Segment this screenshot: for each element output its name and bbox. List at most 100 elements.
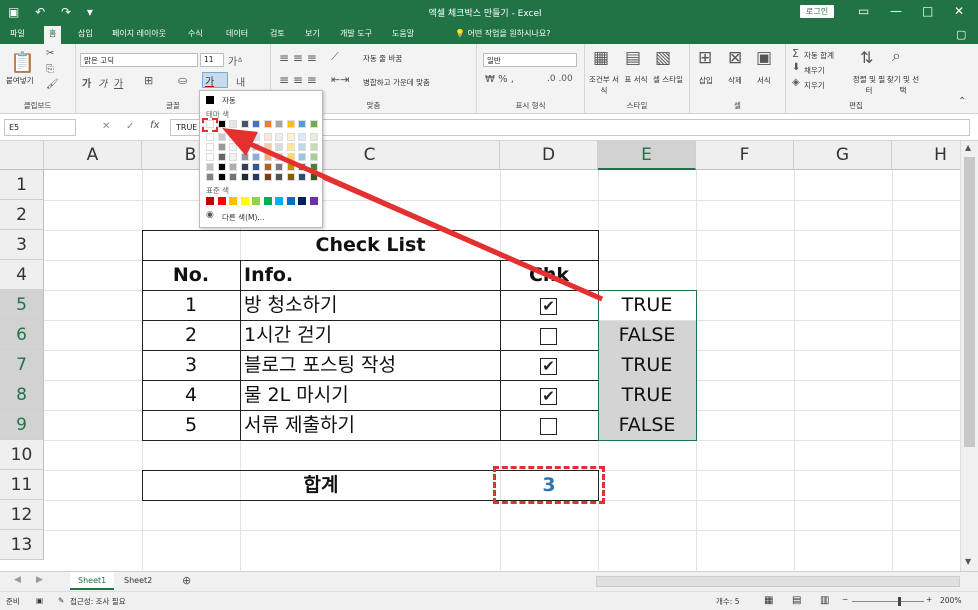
zoom-in-icon[interactable]: + <box>926 595 932 604</box>
theme-color-swatch[interactable] <box>309 163 318 171</box>
theme-color-swatch[interactable] <box>286 120 295 128</box>
clear-label[interactable]: 지우기 <box>804 80 825 91</box>
theme-color-swatch[interactable] <box>309 143 318 151</box>
sort-filter-icon[interactable]: ⇅ <box>860 48 873 67</box>
theme-color-swatch[interactable] <box>217 133 226 141</box>
theme-color-swatch[interactable] <box>240 163 249 171</box>
theme-color-swatch[interactable] <box>275 143 283 151</box>
theme-color-swatch[interactable] <box>240 133 249 141</box>
format-painter-icon[interactable]: 🖌 <box>46 79 59 90</box>
theme-color-swatch[interactable] <box>298 173 306 181</box>
theme-color-swatch[interactable] <box>263 133 272 141</box>
standard-color-swatch[interactable] <box>286 197 295 205</box>
align-top-icon[interactable]: ≡ ≡ ≡ <box>279 51 317 65</box>
theme-color-swatch[interactable] <box>263 143 272 151</box>
theme-color-swatch[interactable] <box>240 120 249 128</box>
tab-help[interactable]: 도움말 <box>392 28 414 39</box>
theme-color-swatch[interactable] <box>217 153 226 161</box>
clear-icon[interactable]: ◈ <box>792 77 800 88</box>
auto-color-swatch[interactable] <box>206 96 214 104</box>
vertical-scrollbar[interactable]: ▲ ▼ <box>960 141 978 571</box>
font-name-select[interactable]: 맑은 고딕 <box>80 53 198 67</box>
align-left-icon[interactable]: ≡ ≡ ≡ <box>279 73 317 87</box>
comments-icon[interactable]: ▢ <box>956 28 966 41</box>
standard-color-swatch[interactable] <box>252 197 260 205</box>
borders-icon[interactable]: ⊞ <box>144 74 153 87</box>
minimize-icon[interactable]: — <box>890 4 902 18</box>
collapse-ribbon-icon[interactable]: ⌃ <box>958 96 966 107</box>
page-layout-view-icon[interactable]: ▤ <box>792 595 801 606</box>
copy-icon[interactable]: ⎘ <box>46 64 54 75</box>
theme-color-swatch[interactable] <box>240 143 249 151</box>
insert-cells-icon[interactable]: ⊞ <box>698 48 712 68</box>
standard-color-swatch[interactable] <box>309 197 318 205</box>
theme-color-swatch[interactable] <box>309 173 318 181</box>
tab-view[interactable]: 보기 <box>305 28 320 39</box>
fill-label[interactable]: 채우기 <box>804 65 825 76</box>
theme-color-swatch[interactable] <box>275 153 283 161</box>
tab-insert[interactable]: 삽입 <box>78 28 93 39</box>
sheet-tab-sheet1[interactable]: Sheet1 <box>70 572 115 590</box>
italic-icon[interactable]: 가 <box>98 75 107 90</box>
indent-icon[interactable]: ⇤⇥ <box>331 73 349 86</box>
standard-color-swatch[interactable] <box>263 197 272 205</box>
macro-record-icon[interactable]: ▣ <box>36 596 43 605</box>
theme-color-swatch[interactable] <box>275 120 283 128</box>
cancel-entry-icon[interactable]: ✕ <box>102 121 110 132</box>
theme-color-swatch[interactable] <box>252 120 260 128</box>
theme-color-swatch[interactable] <box>252 173 260 181</box>
delete-cells-icon[interactable]: ⊠ <box>728 48 742 68</box>
tab-review[interactable]: 검토 <box>270 28 285 39</box>
theme-color-swatch[interactable] <box>229 163 237 171</box>
accessibility-status[interactable]: 접근성: 조사 필요 <box>70 596 126 607</box>
tab-file[interactable]: 파일 <box>10 28 25 39</box>
theme-color-swatch[interactable] <box>217 163 226 171</box>
bold-icon[interactable]: 가 <box>82 75 91 90</box>
phonetic-icon[interactable]: 내 <box>236 74 245 89</box>
theme-color-swatch[interactable] <box>252 133 260 141</box>
theme-color-swatch[interactable] <box>286 163 295 171</box>
theme-color-swatch[interactable] <box>263 120 272 128</box>
enter-icon[interactable]: ✓ <box>126 121 134 132</box>
zoom-slider-thumb[interactable] <box>898 597 901 606</box>
maximize-icon[interactable]: □ <box>922 4 933 18</box>
theme-color-swatch[interactable] <box>240 153 249 161</box>
theme-color-swatch[interactable] <box>217 120 226 128</box>
font-size-select[interactable]: 11 <box>200 53 224 67</box>
close-icon[interactable]: ✕ <box>954 4 964 18</box>
theme-color-swatch[interactable] <box>309 153 318 161</box>
theme-color-swatch[interactable] <box>252 143 260 151</box>
autosum-icon[interactable]: Σ <box>792 47 799 60</box>
find-select-icon[interactable]: ⌕ <box>892 46 901 66</box>
tab-developer[interactable]: 개발 도구 <box>340 28 372 39</box>
theme-color-swatch[interactable] <box>229 173 237 181</box>
cell-styles-icon[interactable]: ▧ <box>655 48 671 68</box>
theme-color-swatch[interactable] <box>286 173 295 181</box>
fill-color-icon[interactable]: ⛀ <box>178 74 187 87</box>
conditional-format-icon[interactable]: ▦ <box>593 48 609 68</box>
autosum-label[interactable]: 자동 합계 <box>804 50 834 61</box>
zoom-level[interactable]: 200% <box>940 596 961 605</box>
theme-color-swatch[interactable] <box>240 173 249 181</box>
theme-color-swatch[interactable] <box>229 153 237 161</box>
tab-data[interactable]: 데이터 <box>226 28 248 39</box>
theme-color-swatch[interactable] <box>263 173 272 181</box>
theme-color-swatch[interactable] <box>252 153 260 161</box>
theme-color-swatch[interactable] <box>206 153 214 161</box>
theme-color-swatch[interactable] <box>298 143 306 151</box>
theme-color-swatch[interactable] <box>275 173 283 181</box>
theme-color-swatch[interactable] <box>286 133 295 141</box>
underline-icon[interactable]: 가 <box>114 75 123 90</box>
theme-color-swatch[interactable] <box>263 163 272 171</box>
scroll-down-icon[interactable]: ▼ <box>965 557 971 566</box>
theme-color-swatch[interactable] <box>286 143 295 151</box>
horizontal-scrollbar[interactable] <box>596 576 960 587</box>
theme-color-swatch[interactable] <box>298 120 306 128</box>
theme-color-swatch[interactable] <box>217 143 226 151</box>
theme-color-swatch[interactable] <box>309 120 318 128</box>
more-colors-link[interactable]: 다른 색(M)... <box>222 212 265 223</box>
theme-color-swatch[interactable] <box>309 133 318 141</box>
tab-formulas[interactable]: 수식 <box>188 28 203 39</box>
standard-color-swatch[interactable] <box>275 197 283 205</box>
add-sheet-icon[interactable]: ⊕ <box>182 574 191 587</box>
